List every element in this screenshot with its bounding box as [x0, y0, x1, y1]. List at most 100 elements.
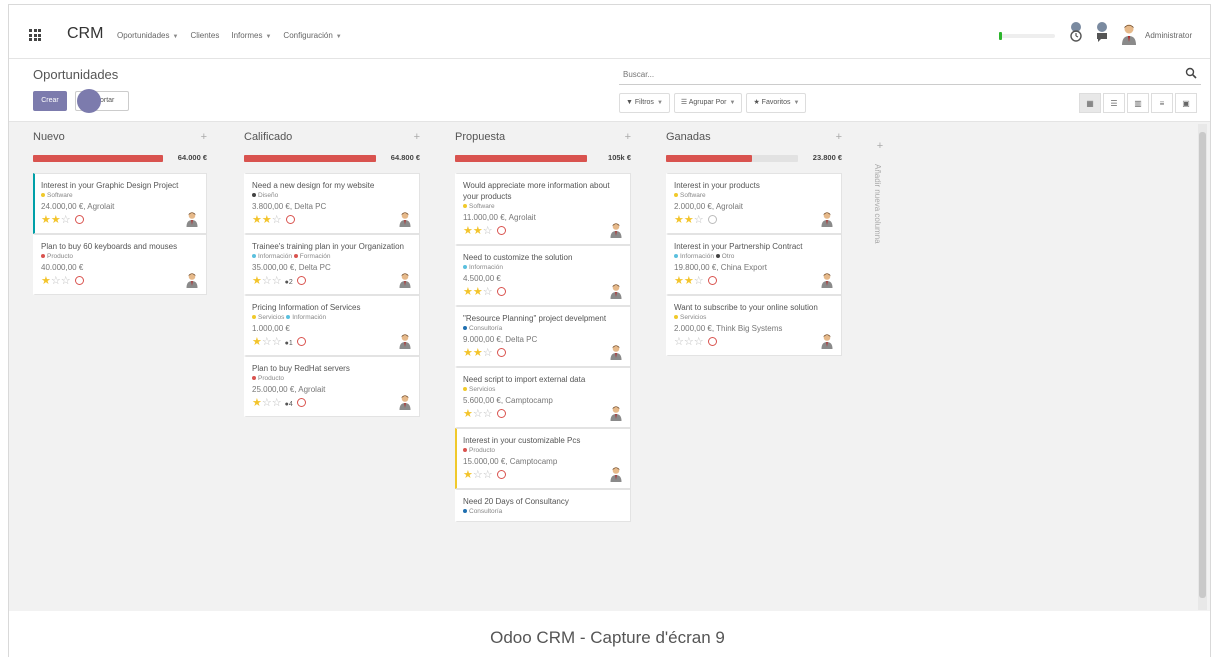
star-filled-icon[interactable]: ★	[463, 347, 473, 359]
plus-icon[interactable]: +	[625, 131, 631, 143]
apps-grid-icon[interactable]	[29, 29, 41, 41]
star-empty-icon[interactable]: ☆	[674, 336, 684, 348]
favorites-button[interactable]: ★ Favoritos ▼	[746, 93, 807, 113]
star-empty-icon[interactable]: ☆	[483, 408, 493, 420]
opportunity-card[interactable]: Want to subscribe to your online solutio…	[666, 295, 842, 356]
add-column-button[interactable]: + Añadir nueva columna	[871, 140, 889, 280]
opportunity-card[interactable]: Interest in your customizable Pcs Product…	[455, 428, 631, 489]
opportunity-card[interactable]: Need script to import external data Servi…	[455, 367, 631, 428]
star-empty-icon[interactable]: ☆	[483, 469, 493, 481]
activity-clock-icon[interactable]	[74, 276, 84, 285]
menu-item-oportunidades[interactable]: Oportunidades ▼	[117, 31, 178, 40]
activity-clock-icon[interactable]	[1069, 21, 1083, 43]
priority-stars[interactable]: ★★☆	[674, 214, 704, 226]
priority-stars[interactable]: ★☆☆	[252, 336, 282, 348]
star-filled-icon[interactable]: ★	[51, 214, 61, 226]
opportunity-card[interactable]: Interest in your Graphic Design Project S…	[33, 173, 207, 234]
star-empty-icon[interactable]: ☆	[262, 336, 272, 348]
priority-stars[interactable]: ★☆☆	[41, 275, 71, 287]
star-filled-icon[interactable]: ★	[473, 225, 483, 237]
star-empty-icon[interactable]: ☆	[272, 275, 282, 287]
star-filled-icon[interactable]: ★	[463, 225, 473, 237]
menu-item-configuracion[interactable]: Configuración ▼	[283, 31, 341, 40]
star-filled-icon[interactable]: ★	[473, 347, 483, 359]
activity-clock-icon[interactable]	[496, 470, 506, 479]
plus-icon[interactable]: +	[836, 131, 842, 143]
menu-item-clientes[interactable]: Clientes	[190, 31, 219, 40]
star-empty-icon[interactable]: ☆	[684, 336, 694, 348]
star-filled-icon[interactable]: ★	[473, 286, 483, 298]
kanban-view-icon[interactable]: ▦	[1079, 93, 1101, 113]
star-empty-icon[interactable]: ☆	[262, 397, 272, 409]
star-empty-icon[interactable]: ☆	[483, 286, 493, 298]
opportunity-card[interactable]: Pricing Information of Services Servicios…	[244, 295, 420, 356]
activity-clock-icon[interactable]	[496, 287, 506, 296]
pivot-view-icon[interactable]: ≡	[1151, 93, 1173, 113]
priority-stars[interactable]: ★★☆	[41, 214, 71, 226]
activity-clock-icon[interactable]	[285, 215, 295, 224]
user-avatar-icon[interactable]	[1121, 23, 1137, 45]
menu-item-informes[interactable]: Informes ▼	[231, 31, 271, 40]
opportunity-card[interactable]: Plan to buy RedHat servers Producto 25.00…	[244, 356, 420, 417]
opportunity-card[interactable]: Need 20 Days of Consultancy Consultoría	[455, 489, 631, 522]
priority-stars[interactable]: ★★☆	[463, 225, 493, 237]
star-filled-icon[interactable]: ★	[41, 275, 51, 287]
messages-icon[interactable]	[1095, 21, 1109, 43]
activity-clock-icon[interactable]	[707, 215, 717, 224]
search-icon[interactable]	[1185, 67, 1197, 79]
star-filled-icon[interactable]: ★	[463, 408, 473, 420]
scrollbar-thumb[interactable]	[1199, 132, 1206, 598]
filters-button[interactable]: ▼ Filtros ▼	[619, 93, 670, 113]
opportunity-card[interactable]: Plan to buy 60 keyboards and mouses Produ…	[33, 234, 207, 295]
priority-stars[interactable]: ★☆☆	[463, 469, 493, 481]
priority-stars[interactable]: ★★☆	[674, 275, 704, 287]
create-button[interactable]: Crear	[33, 91, 67, 111]
priority-stars[interactable]: ★☆☆	[463, 408, 493, 420]
star-empty-icon[interactable]: ☆	[262, 275, 272, 287]
star-empty-icon[interactable]: ☆	[61, 214, 71, 226]
activity-clock-icon[interactable]	[496, 348, 506, 357]
activity-clock-icon[interactable]	[74, 215, 84, 224]
activity-clock-icon[interactable]	[296, 337, 306, 346]
star-empty-icon[interactable]: ☆	[483, 225, 493, 237]
star-filled-icon[interactable]: ★	[463, 469, 473, 481]
star-filled-icon[interactable]: ★	[41, 214, 51, 226]
star-empty-icon[interactable]: ☆	[51, 275, 61, 287]
priority-stars[interactable]: ★☆☆	[252, 275, 282, 287]
opportunity-card[interactable]: Need to customize the solution Informació…	[455, 245, 631, 306]
priority-stars[interactable]: ★★☆	[252, 214, 282, 226]
star-empty-icon[interactable]: ☆	[694, 336, 704, 348]
priority-stars[interactable]: ★★☆	[463, 286, 493, 298]
search-input[interactable]	[623, 67, 1163, 81]
activity-clock-icon[interactable]	[707, 337, 717, 346]
star-filled-icon[interactable]: ★	[252, 275, 262, 287]
star-empty-icon[interactable]: ☆	[272, 397, 282, 409]
opportunity-card[interactable]: Trainee's training plan in your Organiza…	[244, 234, 420, 295]
star-filled-icon[interactable]: ★	[684, 214, 694, 226]
user-name[interactable]: Administrator	[1145, 31, 1192, 40]
activity-clock-icon[interactable]	[707, 276, 717, 285]
star-filled-icon[interactable]: ★	[674, 214, 684, 226]
activity-clock-icon[interactable]	[296, 398, 306, 407]
opportunity-card[interactable]: Need a new design for my website Diseño 3…	[244, 173, 420, 234]
opportunity-card[interactable]: Would appreciate more information about …	[455, 173, 631, 245]
priority-stars[interactable]: ☆☆☆	[674, 336, 704, 348]
activity-clock-icon[interactable]	[496, 409, 506, 418]
star-empty-icon[interactable]: ☆	[272, 336, 282, 348]
star-filled-icon[interactable]: ★	[252, 397, 262, 409]
star-filled-icon[interactable]: ★	[252, 336, 262, 348]
message-count[interactable]: ●1	[285, 340, 293, 347]
star-filled-icon[interactable]: ★	[684, 275, 694, 287]
opportunity-card[interactable]: Interest in your products Software 2.000,…	[666, 173, 842, 234]
opportunity-card[interactable]: Interest in your Partnership Contract Inf…	[666, 234, 842, 295]
priority-stars[interactable]: ★☆☆	[252, 397, 282, 409]
calendar-view-icon[interactable]: ▣	[1175, 93, 1197, 113]
message-count[interactable]: ●2	[285, 279, 293, 286]
group-by-button[interactable]: ☰ Agrupar Por ▼	[673, 93, 743, 113]
plus-icon[interactable]: +	[201, 131, 207, 143]
opportunity-card[interactable]: "Resource Planning" project develpment Co…	[455, 306, 631, 367]
star-empty-icon[interactable]: ☆	[694, 275, 704, 287]
star-empty-icon[interactable]: ☆	[483, 347, 493, 359]
vertical-scrollbar[interactable]	[1198, 124, 1207, 610]
star-filled-icon[interactable]: ★	[674, 275, 684, 287]
